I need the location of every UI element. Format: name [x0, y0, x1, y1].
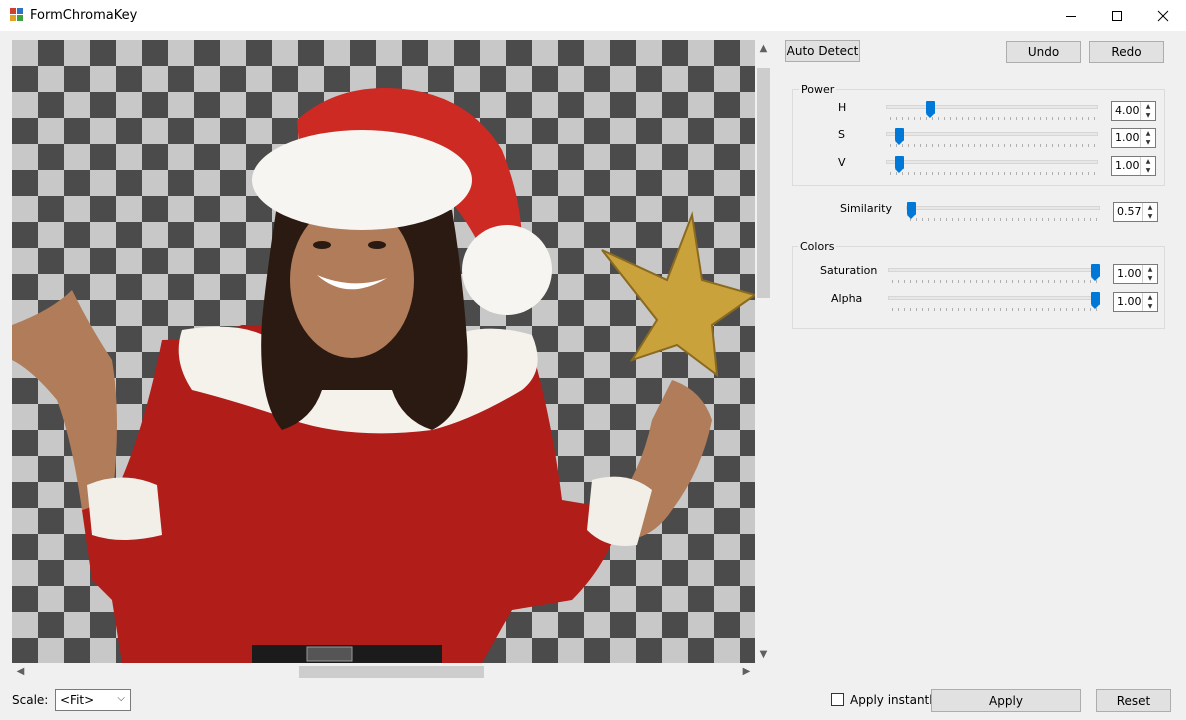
scale-label: Scale: [12, 693, 49, 707]
saturation-slider-thumb[interactable] [1091, 264, 1100, 281]
h-slider-ticks [890, 117, 1095, 120]
s-slider-ticks [890, 144, 1095, 147]
scale-select-value: <Fit> [60, 693, 95, 707]
saturation-slider-track[interactable] [888, 268, 1100, 272]
colors-group [792, 246, 1165, 329]
s-slider-thumb[interactable] [895, 128, 904, 145]
alpha-label: Alpha [831, 292, 863, 305]
image-preview[interactable] [12, 40, 755, 663]
apply-instantly-checkbox[interactable] [831, 693, 844, 706]
alpha-spin-down-icon[interactable]: ▼ [1142, 302, 1157, 311]
vertical-scroll-thumb[interactable] [757, 68, 770, 298]
s-spin-down-icon[interactable]: ▼ [1140, 138, 1155, 147]
v-spin-down-icon[interactable]: ▼ [1140, 166, 1155, 175]
alpha-value: 1.00 [1117, 295, 1142, 308]
chevron-down-icon: ⌵ [117, 693, 125, 704]
colors-group-title: Colors [798, 240, 837, 253]
v-label: V [838, 156, 846, 169]
s-spinbox[interactable]: 1.00 ▲ ▼ [1111, 128, 1156, 148]
h-label: H [838, 101, 847, 114]
maximize-icon [1112, 10, 1122, 21]
scroll-left-arrow-icon[interactable]: ◀ [12, 663, 29, 680]
similarity-value: 0.57 [1117, 205, 1142, 218]
apply-button[interactable]: Apply [931, 689, 1081, 712]
similarity-spin-down-icon[interactable]: ▼ [1142, 212, 1157, 221]
s-value: 1.00 [1115, 131, 1140, 144]
horizontal-scrollbar[interactable]: ◀ ▶ [12, 663, 755, 680]
maximize-button[interactable] [1094, 0, 1140, 31]
auto-detect-button[interactable]: Auto Detect [785, 40, 860, 62]
v-value: 1.00 [1115, 159, 1140, 172]
v-spin-up-icon[interactable]: ▲ [1140, 157, 1155, 166]
alpha-slider-track[interactable] [888, 296, 1100, 300]
apply-instantly-label[interactable]: Apply instantly [850, 693, 940, 707]
v-spinbox[interactable]: 1.00 ▲ ▼ [1111, 156, 1156, 176]
s-slider-track[interactable] [886, 132, 1098, 136]
h-spin-up-icon[interactable]: ▲ [1140, 102, 1155, 111]
s-label: S [838, 128, 845, 141]
close-icon [1157, 10, 1169, 21]
preview-image [12, 88, 755, 663]
scroll-up-arrow-icon[interactable]: ▲ [755, 40, 772, 57]
v-slider-ticks [890, 172, 1095, 175]
app-icon [10, 8, 24, 21]
v-slider-thumb[interactable] [895, 156, 904, 173]
similarity-slider-ticks [910, 218, 1098, 221]
scroll-right-arrow-icon[interactable]: ▶ [738, 663, 755, 680]
saturation-spin-down-icon[interactable]: ▼ [1142, 274, 1157, 283]
similarity-spin-up-icon[interactable]: ▲ [1142, 203, 1157, 212]
title-bar: FormChromaKey [0, 0, 1186, 31]
saturation-label: Saturation [820, 264, 878, 277]
saturation-spinbox[interactable]: 1.00 ▲ ▼ [1113, 264, 1158, 284]
s-spin-up-icon[interactable]: ▲ [1140, 129, 1155, 138]
scroll-down-arrow-icon[interactable]: ▼ [755, 646, 772, 663]
close-button[interactable] [1140, 0, 1186, 31]
vertical-scrollbar[interactable]: ▲ ▼ [755, 40, 772, 663]
h-slider-thumb[interactable] [926, 101, 935, 118]
window-title: FormChromaKey [30, 8, 138, 23]
reset-button[interactable]: Reset [1096, 689, 1171, 712]
power-group-title: Power [799, 83, 837, 96]
alpha-spinbox[interactable]: 1.00 ▲ ▼ [1113, 292, 1158, 312]
saturation-slider-ticks [892, 280, 1097, 283]
h-spinbox[interactable]: 4.00 ▲ ▼ [1111, 101, 1156, 121]
undo-button[interactable]: Undo [1006, 41, 1081, 63]
minimize-icon [1066, 15, 1076, 17]
alpha-slider-thumb[interactable] [1091, 292, 1100, 309]
scale-select[interactable]: <Fit> ⌵ [55, 689, 131, 711]
h-slider-track[interactable] [886, 105, 1098, 109]
v-slider-track[interactable] [886, 160, 1098, 164]
h-value: 4.00 [1115, 104, 1140, 117]
saturation-spin-up-icon[interactable]: ▲ [1142, 265, 1157, 274]
alpha-slider-ticks [892, 308, 1097, 311]
horizontal-scroll-thumb[interactable] [299, 666, 484, 678]
similarity-slider-thumb[interactable] [907, 202, 916, 219]
similarity-label: Similarity [840, 202, 893, 215]
similarity-slider-track[interactable] [906, 206, 1100, 210]
saturation-value: 1.00 [1117, 267, 1142, 280]
redo-button[interactable]: Redo [1089, 41, 1164, 63]
alpha-spin-up-icon[interactable]: ▲ [1142, 293, 1157, 302]
minimize-button[interactable] [1048, 0, 1094, 31]
h-spin-down-icon[interactable]: ▼ [1140, 111, 1155, 120]
similarity-spinbox[interactable]: 0.57 ▲ ▼ [1113, 202, 1158, 222]
